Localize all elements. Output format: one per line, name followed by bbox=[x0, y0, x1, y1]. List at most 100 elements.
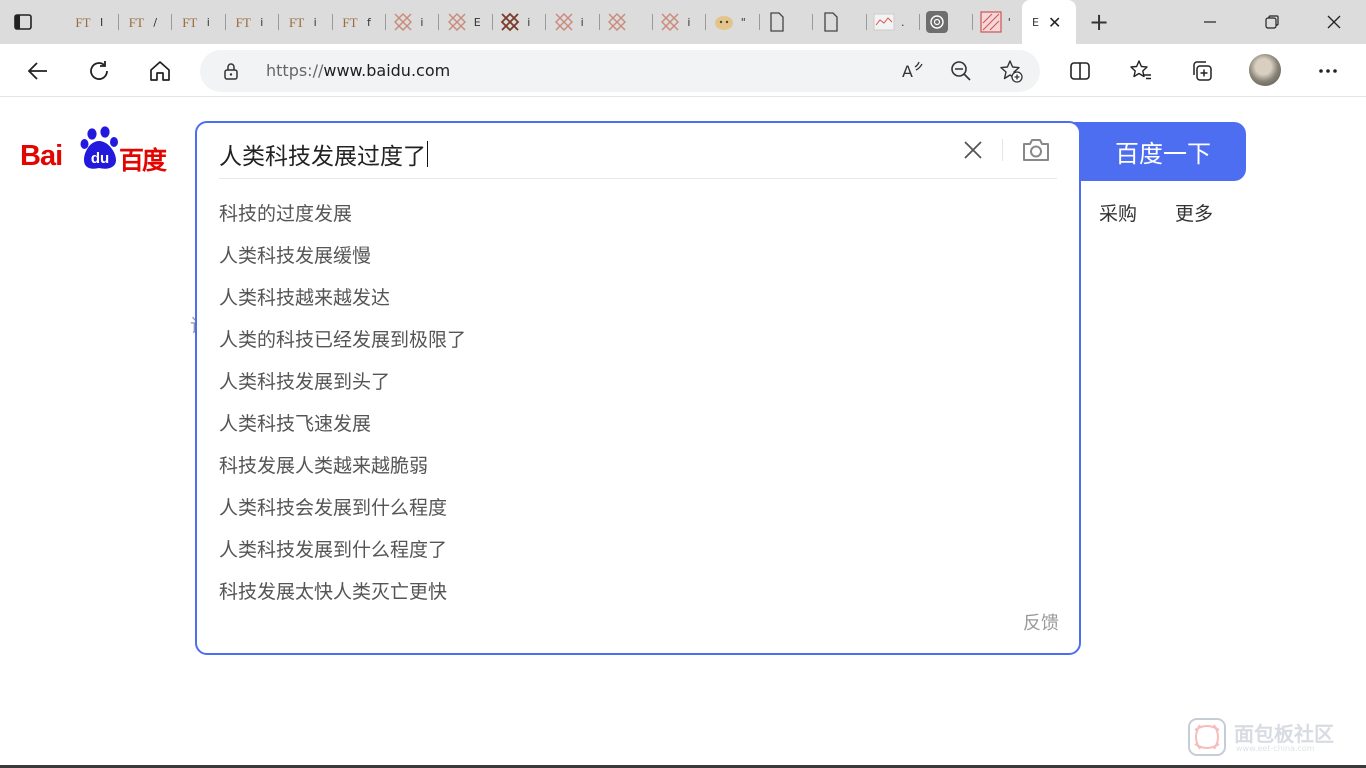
tab-title: i bbox=[420, 15, 424, 29]
browser-tab[interactable]: i bbox=[386, 6, 440, 38]
pattern-icon bbox=[980, 11, 1002, 33]
suggestion-item[interactable]: 人类科技会发展到什么程度 bbox=[219, 493, 466, 535]
close-icon bbox=[964, 141, 982, 159]
ft-icon: FT bbox=[339, 11, 361, 33]
url-host: www.baidu.com bbox=[323, 61, 451, 80]
refresh-button[interactable] bbox=[85, 57, 113, 85]
zoom-out-icon bbox=[951, 61, 971, 81]
search-submit-button[interactable]: 百度一下 bbox=[1070, 122, 1246, 181]
suggestion-item[interactable]: 人类科技飞速发展 bbox=[219, 409, 466, 451]
suggestion-item[interactable]: 科技发展太快人类灭亡更快 bbox=[219, 577, 466, 619]
ft-icon: FT bbox=[179, 11, 201, 33]
refresh-icon bbox=[90, 61, 108, 80]
browser-tab[interactable]: FT i bbox=[280, 6, 333, 38]
minimize-button[interactable] bbox=[1178, 0, 1242, 44]
new-tab-button[interactable]: + bbox=[1086, 9, 1112, 35]
read-aloud-button[interactable]: A bbox=[900, 59, 924, 83]
tab-title: i bbox=[580, 15, 584, 29]
browser-tab[interactable]: i bbox=[493, 6, 547, 38]
suggestion-item[interactable]: 人类科技越来越发达 bbox=[219, 283, 466, 325]
close-tab-icon[interactable]: ✕ bbox=[1048, 13, 1061, 32]
minimize-icon bbox=[1204, 21, 1216, 23]
search-query-text: 人类科技发展过度了 bbox=[219, 144, 426, 170]
ft-icon: FT bbox=[72, 11, 94, 33]
back-button[interactable] bbox=[24, 57, 52, 85]
browser-tab[interactable]: FT i bbox=[173, 6, 226, 38]
profile-avatar[interactable] bbox=[1249, 54, 1281, 86]
face-icon bbox=[713, 11, 735, 33]
camera-icon bbox=[1023, 139, 1049, 161]
suggestion-item[interactable]: 人类的科技已经发展到极限了 bbox=[219, 325, 466, 367]
browser-tab[interactable]: FT I bbox=[66, 6, 119, 38]
watermark: 面包板社区 www.eet-china.com bbox=[1186, 716, 1356, 760]
restore-button[interactable] bbox=[1240, 0, 1304, 44]
browser-tab[interactable]: FT / bbox=[119, 6, 173, 38]
baidu-logo[interactable]: Bai du 百度 bbox=[20, 126, 175, 176]
favorites-icon bbox=[1130, 60, 1151, 80]
browser-tab[interactable]: ' bbox=[974, 6, 1027, 38]
suggestion-item[interactable]: 科技发展人类越来越脆弱 bbox=[219, 451, 466, 493]
browser-tab[interactable] bbox=[814, 6, 867, 38]
address-bar[interactable]: https://www.baidu.com A bbox=[200, 50, 1040, 92]
home-button[interactable] bbox=[146, 57, 174, 85]
split-screen-button[interactable] bbox=[1066, 57, 1094, 85]
suggestion-item[interactable]: 人类科技发展到头了 bbox=[219, 367, 466, 409]
close-window-button[interactable] bbox=[1302, 0, 1366, 44]
suggestion-item[interactable]: 人类科技发展到什么程度了 bbox=[219, 535, 466, 577]
chart-icon bbox=[873, 11, 895, 33]
logo-chinese: 百度 bbox=[119, 146, 167, 175]
home-icon bbox=[150, 61, 170, 81]
browser-tab[interactable]: i bbox=[547, 6, 600, 38]
zoom-button[interactable] bbox=[949, 59, 973, 83]
suggestion-divider bbox=[219, 178, 1057, 179]
tab-title: i bbox=[260, 15, 264, 29]
watermark-subtext: www.eet-china.com bbox=[1236, 744, 1315, 753]
watermark-logo-icon bbox=[1188, 718, 1226, 756]
crosshatch-icon bbox=[606, 11, 628, 33]
tab-title: . bbox=[901, 15, 905, 29]
text-caret bbox=[427, 141, 428, 167]
favicon-text: FT bbox=[128, 14, 144, 30]
favicon-text: FT bbox=[289, 14, 305, 30]
settings-more-button[interactable] bbox=[1314, 57, 1342, 85]
tab-title: i bbox=[313, 15, 317, 29]
active-tab[interactable]: E ✕ bbox=[1022, 0, 1076, 44]
suggestion-list: 科技的过度发展 人类科技发展缓慢 人类科技越来越发达 人类的科技已经发展到极限了 人类科… bbox=[219, 199, 466, 619]
tab-title: " bbox=[740, 15, 746, 29]
browser-tab[interactable]: FT i bbox=[226, 6, 280, 38]
suggestion-item[interactable]: 科技的过度发展 bbox=[219, 199, 466, 241]
browser-tab[interactable] bbox=[920, 6, 974, 38]
add-favorite-button[interactable] bbox=[999, 59, 1023, 83]
lock-icon[interactable] bbox=[222, 62, 240, 80]
feedback-link[interactable]: 反馈 bbox=[1023, 609, 1059, 635]
clear-search-button[interactable] bbox=[961, 137, 985, 163]
paw-icon: du bbox=[80, 126, 118, 169]
divider bbox=[1002, 139, 1003, 161]
tab-actions-button[interactable] bbox=[10, 9, 36, 35]
suggestion-item[interactable]: 人类科技发展缓慢 bbox=[219, 241, 466, 283]
browser-toolbar: https://www.baidu.com A bbox=[0, 44, 1366, 97]
star-add-icon bbox=[1000, 60, 1023, 83]
search-input[interactable]: 人类科技发展过度了 bbox=[219, 137, 428, 171]
browser-tab[interactable]: " bbox=[707, 6, 760, 38]
nav-more-link[interactable]: 更多 bbox=[1175, 199, 1213, 226]
ft-icon: FT bbox=[232, 11, 254, 33]
image-search-button[interactable] bbox=[1020, 135, 1052, 165]
split-screen-icon bbox=[1070, 62, 1090, 80]
tab-title: E bbox=[473, 15, 481, 29]
browser-tab[interactable]: i bbox=[653, 6, 707, 38]
browser-tab[interactable] bbox=[760, 6, 814, 38]
browser-tab[interactable] bbox=[600, 6, 653, 38]
search-box[interactable]: 人类科技发展过度了 科技的过度发展 人类科技发展缓慢 人类科技越来越发达 人类的科技已… bbox=[195, 121, 1081, 655]
ft-icon: FT bbox=[125, 11, 147, 33]
svg-text:A: A bbox=[902, 62, 913, 81]
browser-tab[interactable]: E bbox=[440, 6, 493, 38]
browser-tab[interactable]: . bbox=[867, 6, 920, 38]
favorites-button[interactable] bbox=[1127, 57, 1155, 85]
collections-button[interactable] bbox=[1188, 57, 1216, 85]
browser-tab[interactable]: FT f bbox=[333, 6, 386, 38]
paw-text: du bbox=[91, 150, 109, 167]
url-text[interactable]: https://www.baidu.com bbox=[266, 61, 450, 80]
more-dots-icon bbox=[1319, 69, 1337, 73]
openai-icon bbox=[926, 11, 949, 33]
